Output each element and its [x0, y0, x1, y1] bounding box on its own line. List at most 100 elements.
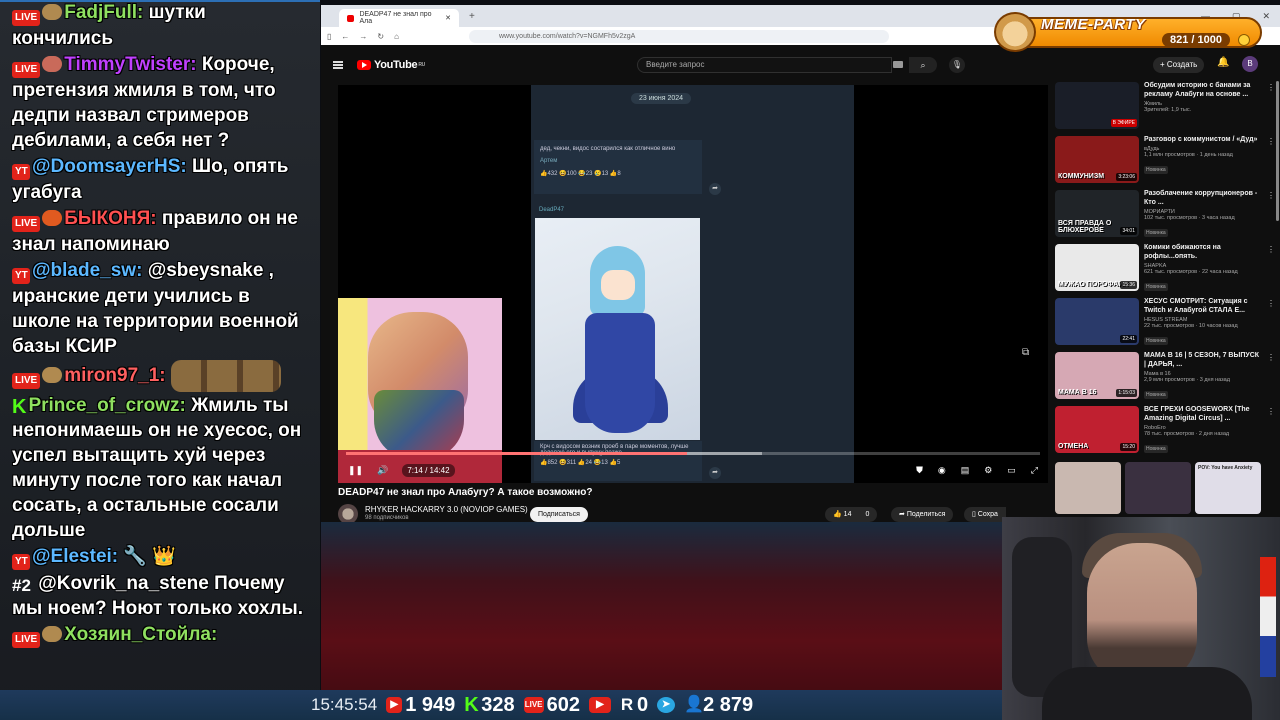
stat-telegram: ➤	[657, 697, 676, 713]
chat-username[interactable]: @Elestei:	[32, 546, 118, 567]
video-thumbnail[interactable]: В ЭФИРЕ	[1055, 82, 1139, 129]
theater-mode-icon[interactable]: ▭	[1007, 465, 1016, 476]
stream-stats-bar: 15:45:54 ▶ 1 949 K 328 LIVE 602 ▶ R 0 ➤ …	[305, 690, 1002, 720]
volume-icon[interactable]: 🔊	[377, 465, 388, 476]
chat-username[interactable]: FadjFull:	[64, 2, 143, 23]
chat-username[interactable]: TimmyTwister:	[64, 54, 196, 75]
short-thumbnail[interactable]	[1125, 462, 1191, 514]
more-options-icon[interactable]: ⋮	[1267, 137, 1275, 146]
video-thumbnail[interactable]: МУЖАО ПОРОФАИЛ 15:36	[1055, 244, 1139, 291]
recommendation-title[interactable]: Комики обижаются на рофлы...опять.	[1144, 243, 1262, 261]
stat-viewers-value: 2 879	[703, 693, 754, 716]
recommendation-title[interactable]: Разговор с коммунистом / «Дуд»	[1144, 135, 1262, 144]
subscribe-button[interactable]: Подписаться	[530, 507, 588, 522]
chat-username[interactable]: БЫКОНЯ:	[64, 208, 156, 229]
chat-accent-bar	[0, 0, 320, 2]
stat-youtube-2: ▶	[589, 697, 611, 713]
thumbnail-caption: МУЖАО ПОРОФАИЛ	[1058, 281, 1129, 288]
more-options-icon[interactable]: ⋮	[1267, 83, 1275, 92]
anime-dress	[585, 313, 655, 433]
video-duration: 34:01	[1120, 227, 1137, 235]
recommendation-item[interactable]: КОММУНИЗМ 3:23:06 Разговор с коммунистом /…	[1055, 135, 1277, 189]
video-thumbnail[interactable]: ВСЯ ПРАВДА О БЛЮХЕРОВЕ 34:01	[1055, 190, 1139, 237]
telegram-sender: DeadP47	[539, 207, 565, 213]
recommendation-item[interactable]: В ЭФИРЕ Обсудим историю с банами за рекла…	[1055, 81, 1277, 135]
search-button[interactable]: ⌕	[909, 57, 937, 73]
recommendation-title[interactable]: Обсудим историю с банами за рекламу Алаб…	[1144, 81, 1262, 99]
user-avatar-icon	[42, 4, 63, 20]
live-badge: В ЭФИРЕ	[1110, 119, 1137, 127]
channel-avatar[interactable]	[338, 504, 358, 524]
notifications-bell-icon[interactable]: 🔔	[1217, 57, 1229, 68]
video-thumbnail[interactable]: МАМА В 16 1:15:03	[1055, 352, 1139, 399]
save-button[interactable]: ▯ Сохра	[964, 507, 1006, 522]
chat-username[interactable]: @blade_sw:	[32, 260, 142, 281]
recommendation-item[interactable]: ОТМЕНА 15:20 ВСЕ ГРЕХИ GOOSEWORX [The Amaz…	[1055, 405, 1277, 459]
account-avatar[interactable]: В	[1242, 56, 1258, 72]
anime-gif	[535, 218, 700, 440]
create-label: Создать	[1166, 60, 1198, 69]
browser-tab-active[interactable]: DEADP47 не знал про Ала ✕	[339, 9, 459, 27]
live-badge-icon: LIVE	[12, 216, 41, 232]
more-options-icon[interactable]: ⋮	[1267, 299, 1275, 308]
youtube-logo[interactable]: YouTube RU	[357, 59, 425, 71]
reload-icon[interactable]: ↻	[377, 32, 384, 41]
video-player[interactable]: 23 июня 2024 дед, чекни, видос состарилс…	[338, 85, 1048, 483]
more-options-icon[interactable]: ⋮	[1267, 353, 1275, 362]
menu-icon[interactable]	[333, 61, 343, 69]
short-thumbnail[interactable]: POV: You have Anxiety	[1195, 462, 1261, 514]
autoplay-icon[interactable]: ◉	[938, 465, 946, 476]
close-tab-icon[interactable]: ✕	[445, 14, 451, 22]
share-button[interactable]: ➦ Поделиться	[891, 507, 954, 522]
pause-icon[interactable]: ❚❚	[348, 465, 363, 476]
video-thumbnail[interactable]: КОММУНИЗМ 3:23:06	[1055, 136, 1139, 183]
recommendation-item[interactable]: МУЖАО ПОРОФАИЛ 15:36 Комики обижаются на р…	[1055, 243, 1277, 297]
thumbs-up-icon: 👍	[833, 511, 844, 518]
recommendation-item[interactable]: 22:41 ХЕСУС СМОТРИТ: Ситуация с Twitch и …	[1055, 297, 1277, 351]
keyboard-icon[interactable]	[893, 61, 903, 68]
more-options-icon[interactable]: ⋮	[1267, 245, 1275, 254]
recommendation-item[interactable]: МАМА В 16 1:15:03 МАМА В 16 | 5 СЕЗОН, 7 В…	[1055, 351, 1277, 405]
user-avatar-icon	[42, 56, 63, 72]
recommendation-item[interactable]: ВСЯ ПРАВДА О БЛЮХЕРОВЕ 34:01 Разоблачение …	[1055, 189, 1277, 243]
progress-bar[interactable]	[346, 452, 1040, 455]
more-options-icon[interactable]: ⋮	[1267, 407, 1275, 416]
forward-icon[interactable]: →	[359, 32, 367, 41]
recommendation-info: Разговор с коммунистом / «Дуд» вДудь 1,1 м…	[1144, 135, 1262, 176]
chat-username[interactable]: miron97_1:	[64, 365, 165, 386]
video-thumbnail[interactable]: ОТМЕНА 15:20	[1055, 406, 1139, 453]
video-title: DEADP47 не знал про Алабугу? А такое воз…	[338, 487, 593, 498]
subtitles-icon[interactable]: ▤	[961, 465, 970, 476]
url-field[interactable]: www.youtube.com/watch?v=NGMFh5v2zgA	[468, 29, 889, 43]
meme-party-counter: 821 / 1000	[1162, 33, 1230, 47]
new-badge: Новинка	[1144, 337, 1168, 345]
miniplayer-icon[interactable]: ⧉	[1022, 347, 1029, 358]
short-thumbnail[interactable]	[1055, 462, 1121, 514]
sidebar-toggle-icon[interactable]: ▯	[327, 32, 331, 41]
recommendation-title[interactable]: МАМА В 16 | 5 СЕЗОН, 7 ВЫПУСК | ДАРЬЯ, .…	[1144, 351, 1262, 369]
recommendation-info: Обсудим историю с банами за рекламу Алаб…	[1144, 81, 1262, 113]
search-input[interactable]: Введите запрос	[637, 57, 892, 73]
channel-name[interactable]: RHYKER HACKARRY 3.0 (NOVIOP GAMES)	[365, 505, 528, 514]
fullscreen-icon[interactable]: ⤢	[1031, 465, 1038, 476]
voice-search-button[interactable]: 🎙	[949, 57, 965, 73]
recommendation-title[interactable]: Разоблачение коррупционеров - Кто ...	[1144, 189, 1262, 207]
stat-kick: K 328	[464, 694, 514, 717]
more-options-icon[interactable]: ⋮	[1267, 191, 1275, 200]
create-button[interactable]: + Создать	[1153, 57, 1205, 73]
recommendation-title[interactable]: ХЕСУС СМОТРИТ: Ситуация с Twitch и Алабу…	[1144, 297, 1262, 315]
live-badge-icon: LIVE	[12, 632, 41, 648]
video-thumbnail[interactable]: 22:41	[1055, 298, 1139, 345]
back-icon[interactable]: ←	[341, 32, 349, 41]
home-icon[interactable]: ⌂	[394, 32, 399, 41]
recommendation-title[interactable]: ВСЕ ГРЕХИ GOOSEWORX [The Amazing Digital…	[1144, 405, 1262, 423]
shield-icon[interactable]: ⛊	[916, 465, 923, 476]
chat-username[interactable]: Хозяин_Стойла:	[64, 624, 217, 645]
like-dislike-button[interactable]: 👍 14 0	[825, 507, 878, 522]
chat-username[interactable]: @DoomsayerHS:	[32, 156, 187, 177]
chat-username[interactable]: Prince_of_crowz:	[28, 395, 185, 416]
new-badge: Новинка	[1144, 445, 1168, 453]
scrollbar[interactable]	[1276, 81, 1279, 221]
new-tab-icon[interactable]: +	[469, 11, 475, 22]
settings-gear-icon[interactable]: ⚙	[984, 465, 992, 476]
